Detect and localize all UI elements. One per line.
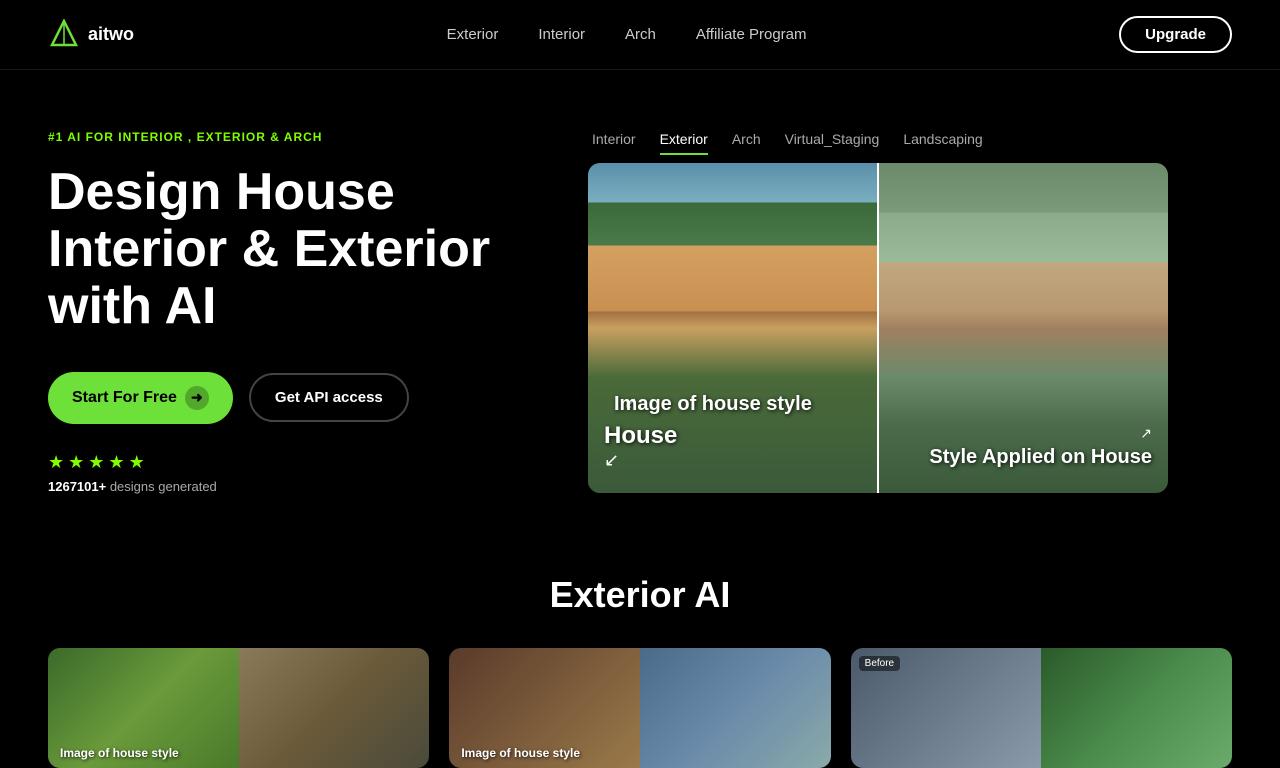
card-3-right <box>1041 648 1232 768</box>
hero-tag: #1 AI FOR INTERIOR , EXTERIOR & ARCH <box>48 130 528 144</box>
hero-title: Design House Interior & Exterior with AI <box>48 164 528 336</box>
image-of-house-style-label: Image of house style <box>614 393 812 416</box>
upgrade-button[interactable]: Upgrade <box>1119 16 1232 53</box>
preview-label-right: ↗ Style Applied on House <box>929 425 1152 469</box>
bottom-section: Exterior AI Image of house style Image o… <box>0 534 1280 768</box>
preview-left: ↙ Image of house style House ↙ <box>588 163 877 493</box>
preview-divider <box>877 163 879 493</box>
preview-tabs: Interior Exterior Arch Virtual_Staging L… <box>588 131 1168 155</box>
style-applied-label: Style Applied on House <box>929 446 1152 469</box>
preview-image-container: ↙ Image of house style House ↙ ↗ Style A… <box>588 163 1168 493</box>
hero-buttons: Start For Free ➜ Get API access <box>48 372 528 424</box>
nav-links: Exterior Interior Arch Affiliate Program <box>447 26 807 44</box>
star-2: ★ <box>68 452 84 473</box>
hero-right: Interior Exterior Arch Virtual_Staging L… <box>588 131 1168 493</box>
start-for-free-button[interactable]: Start For Free ➜ <box>48 372 233 424</box>
card-1-right <box>239 648 430 768</box>
navbar: aitwo Exterior Interior Arch Affiliate P… <box>0 0 1280 70</box>
star-rating: ★ ★ ★ ★ ★ <box>48 452 528 473</box>
tab-landscaping[interactable]: Landscaping <box>903 131 982 155</box>
exterior-ai-title: Exterior AI <box>48 574 1232 616</box>
card-1: Image of house style <box>48 648 429 768</box>
before-label: Before <box>859 656 900 671</box>
nav-interior[interactable]: Interior <box>538 26 585 43</box>
star-5: ★ <box>129 452 145 473</box>
star-1: ★ <box>48 452 64 473</box>
star-3: ★ <box>88 452 104 473</box>
preview-right: ↗ Style Applied on House <box>879 163 1168 493</box>
card-2: Image of house style <box>449 648 830 768</box>
nav-affiliate[interactable]: Affiliate Program <box>696 26 807 43</box>
hero-left: #1 AI FOR INTERIOR , EXTERIOR & ARCH Des… <box>48 130 528 494</box>
get-api-access-button[interactable]: Get API access <box>249 373 409 422</box>
designs-count: 1267101+ designs generated <box>48 479 528 494</box>
nav-arch[interactable]: Arch <box>625 26 656 43</box>
card-3-inner <box>851 648 1232 768</box>
hero-section: #1 AI FOR INTERIOR , EXTERIOR & ARCH Des… <box>0 70 1280 534</box>
card-2-label: Image of house style <box>461 746 580 760</box>
house-label: House ↙ <box>604 422 677 475</box>
card-3: Before <box>851 648 1232 768</box>
designs-suffix: designs generated <box>106 479 217 494</box>
nav-exterior[interactable]: Exterior <box>447 26 499 43</box>
star-4: ★ <box>108 452 124 473</box>
brand-name: aitwo <box>88 24 134 45</box>
tab-interior[interactable]: Interior <box>592 131 636 155</box>
card-1-label: Image of house style <box>60 746 179 760</box>
tab-arch[interactable]: Arch <box>732 131 761 155</box>
arrow-icon: ➜ <box>185 386 209 410</box>
tab-virtual-staging[interactable]: Virtual_Staging <box>785 131 880 155</box>
logo[interactable]: aitwo <box>48 19 134 51</box>
card-2-right <box>640 648 831 768</box>
logo-icon <box>48 19 80 51</box>
cards-row: Image of house style Image of house styl… <box>48 648 1232 768</box>
designs-number: 1267101+ <box>48 479 106 494</box>
tab-exterior[interactable]: Exterior <box>660 131 708 155</box>
